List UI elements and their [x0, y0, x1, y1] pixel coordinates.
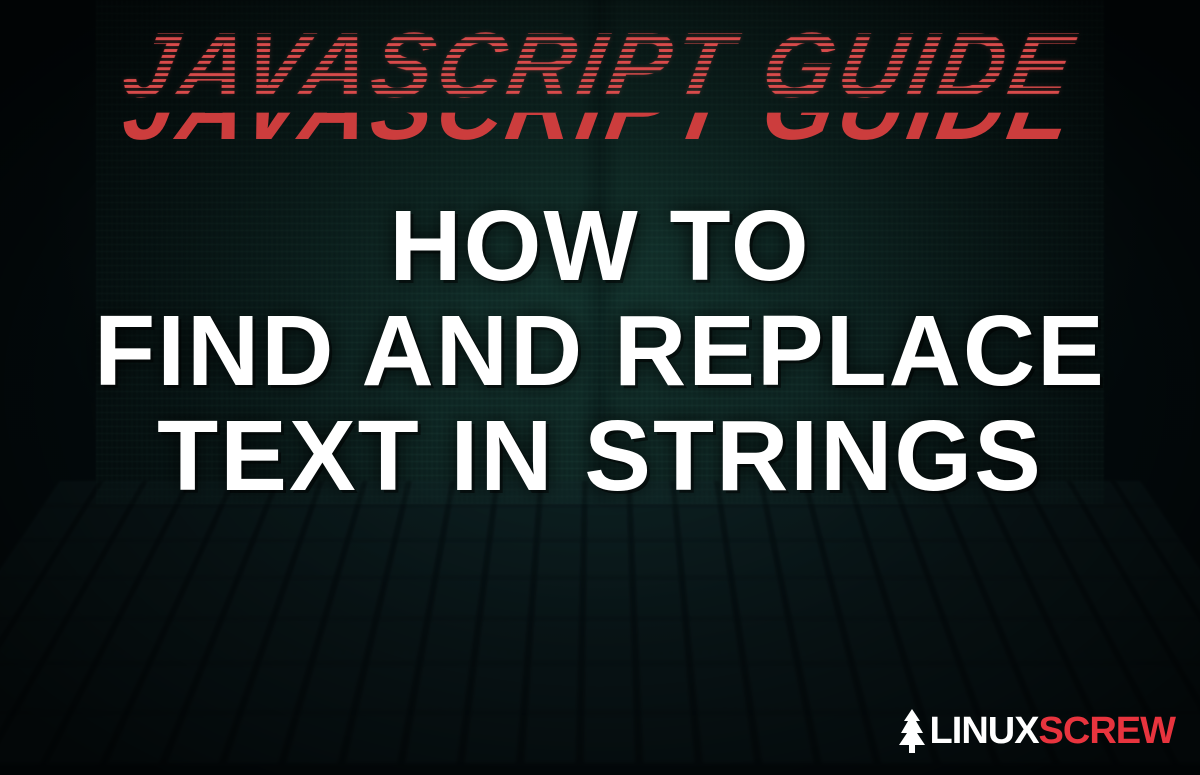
- tree-icon: [896, 707, 928, 755]
- logo-wordmark: LINUXSCREW: [930, 712, 1175, 750]
- title-line-3: TEXT IN STRINGS: [94, 404, 1106, 509]
- category-overline-wrapper: JAVASCRIPT GUIDE JAVASCRIPT GUIDE: [125, 15, 1075, 154]
- logo-text-primary: LINUX: [930, 710, 1039, 752]
- category-overline-stripes: JAVASCRIPT GUIDE: [117, 20, 1083, 112]
- title-line-1: HOW TO: [94, 194, 1106, 299]
- logo-text-accent: SCREW: [1039, 710, 1175, 752]
- site-logo: LINUXSCREW: [896, 707, 1175, 755]
- hero-banner: JAVASCRIPT GUIDE JAVASCRIPT GUIDE HOW TO…: [0, 0, 1200, 775]
- article-title: HOW TO FIND AND REPLACE TEXT IN STRINGS: [94, 194, 1106, 509]
- title-line-2: FIND AND REPLACE: [94, 299, 1106, 404]
